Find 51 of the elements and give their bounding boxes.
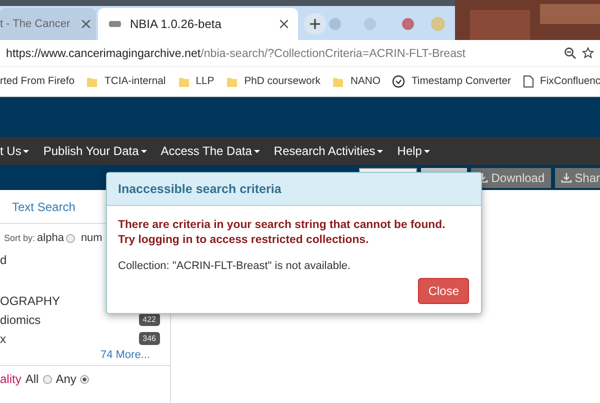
sort-option[interactable]: alpha bbox=[37, 232, 64, 244]
modality-label: ality bbox=[0, 372, 22, 386]
collection-item[interactable]: x bbox=[0, 332, 6, 346]
nav-menu[interactable]: Publish Your Data bbox=[43, 144, 147, 158]
nav-menu[interactable]: Help bbox=[397, 144, 430, 158]
nav-menu[interactable]: Access The Data bbox=[160, 144, 260, 158]
bookmark[interactable]: NANO bbox=[350, 76, 380, 87]
bookmark[interactable]: rted From Firefo bbox=[0, 76, 74, 87]
bookmark[interactable]: TCIA-internal bbox=[104, 76, 166, 87]
folder-icon bbox=[178, 76, 190, 88]
close-icon[interactable] bbox=[280, 20, 288, 28]
nav-menu[interactable]: Research Activities bbox=[274, 144, 384, 158]
star-icon[interactable] bbox=[582, 47, 594, 59]
bookmark[interactable]: LLP bbox=[196, 76, 214, 87]
toolbar-button[interactable]: Shar bbox=[554, 168, 600, 188]
count-badge: 346 bbox=[138, 332, 160, 345]
bookmark[interactable]: Timestamp Converter bbox=[411, 76, 511, 87]
address-bar[interactable]: https://www.cancerimagingarchive.net/nbia-search/?CollectionCriteria=ACRIN-FLT-Breast bbox=[6, 46, 558, 60]
folder-icon bbox=[86, 76, 98, 88]
radio-button[interactable] bbox=[42, 374, 52, 384]
collection-item[interactable]: diomics bbox=[0, 312, 41, 326]
clock-icon bbox=[392, 75, 406, 88]
modality-option[interactable]: All bbox=[25, 372, 39, 386]
collection-item[interactable]: OGRAPHY bbox=[0, 294, 60, 308]
bookmark[interactable]: FixConfluenc bbox=[540, 76, 600, 87]
nav-menu[interactable]: t Us bbox=[0, 144, 30, 158]
text-search-tab[interactable]: Text Search bbox=[12, 200, 76, 214]
sort-label: Sort by: bbox=[4, 233, 36, 243]
warning-text: There are criteria in your search string that cannot be found. bbox=[118, 218, 446, 233]
browser-tab[interactable]: t - The Cancer bbox=[0, 8, 96, 40]
site-icon bbox=[108, 19, 122, 29]
detail-text: Collection: "ACRIN-FLT-Breast" is not available. bbox=[118, 260, 352, 272]
close-icon[interactable] bbox=[82, 20, 90, 28]
collection-item[interactable]: d bbox=[0, 252, 7, 266]
plus-icon bbox=[310, 19, 320, 29]
count-badge: 422 bbox=[138, 313, 160, 326]
browser-tab[interactable]: NBIA 1.0.26-beta bbox=[98, 8, 298, 40]
modality-option[interactable]: Any bbox=[56, 372, 76, 386]
more-link[interactable]: 74 More... bbox=[100, 349, 150, 361]
bookmark[interactable]: PhD coursework bbox=[244, 76, 320, 87]
sort-option[interactable]: num bbox=[80, 232, 102, 244]
toolbar-button[interactable]: Download bbox=[471, 168, 551, 188]
close-button[interactable]: Close bbox=[418, 278, 469, 304]
folder-icon bbox=[332, 76, 344, 88]
radio-button[interactable] bbox=[66, 234, 75, 242]
page-icon bbox=[522, 75, 534, 88]
warning-text: Try logging in to access restricted collections. bbox=[118, 233, 370, 248]
dialog-title: Inaccessible search criteria bbox=[118, 182, 282, 196]
radio-button[interactable] bbox=[80, 374, 90, 384]
folder-icon bbox=[226, 76, 238, 88]
zoom-icon[interactable] bbox=[564, 47, 576, 59]
